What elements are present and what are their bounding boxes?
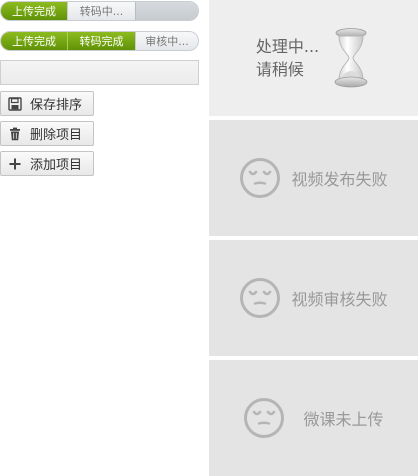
trash-icon: [8, 127, 22, 141]
publish-failed-text: 视频发布失败: [291, 170, 388, 189]
add-item-button[interactable]: 添加项目: [0, 151, 94, 176]
card-review-failed[interactable]: 视频审核失败: [209, 240, 418, 356]
sad-face-icon: [240, 278, 281, 318]
status-cards-panel: 处理中... 请稍候 视频发布失败 视频审核失败 微课未上传: [209, 0, 418, 476]
processing-message: 处理中... 请稍候: [256, 35, 319, 81]
left-panel: 上传完成 转码中... 上传完成 转码完成 审核中... 保存排序 删除项目 添…: [0, 0, 205, 476]
progress-step-upload: 上传完成: [1, 32, 67, 50]
add-item-label: 添加项目: [30, 158, 83, 173]
sad-face-icon: [244, 398, 285, 438]
sad-face-icon: [240, 158, 281, 198]
hourglass-icon: [334, 28, 368, 88]
title-input[interactable]: [0, 60, 199, 85]
wait-line: 请稍候: [255, 60, 304, 79]
card-not-uploaded[interactable]: 微课未上传: [209, 360, 418, 476]
not-uploaded-text: 微课未上传: [303, 410, 384, 429]
save-icon: [8, 96, 22, 111]
progress-bar-transcoding: 上传完成 转码中...: [0, 1, 199, 21]
progress-step-review: 审核中...: [135, 32, 198, 50]
delete-item-label: 删除项目: [30, 128, 83, 143]
save-order-label: 保存排序: [30, 98, 83, 113]
plus-icon: [8, 157, 22, 171]
card-processing[interactable]: 处理中... 请稍候: [209, 0, 418, 116]
save-order-button[interactable]: 保存排序: [0, 91, 94, 116]
review-failed-text: 视频审核失败: [291, 290, 388, 309]
video-manager-view: 上传完成 转码中... 上传完成 转码完成 审核中... 保存排序 删除项目 添…: [0, 0, 418, 476]
progress-step-transcode: 转码完成: [67, 32, 135, 50]
progress-bar-review: 上传完成 转码完成 审核中...: [0, 31, 199, 51]
card-publish-failed[interactable]: 视频发布失败: [209, 120, 418, 236]
progress-step-empty: [135, 2, 198, 20]
processing-line: 处理中...: [255, 37, 320, 56]
progress-step-upload: 上传完成: [1, 2, 67, 20]
delete-item-button[interactable]: 删除项目: [0, 121, 94, 146]
progress-step-transcode: 转码中...: [67, 2, 135, 20]
